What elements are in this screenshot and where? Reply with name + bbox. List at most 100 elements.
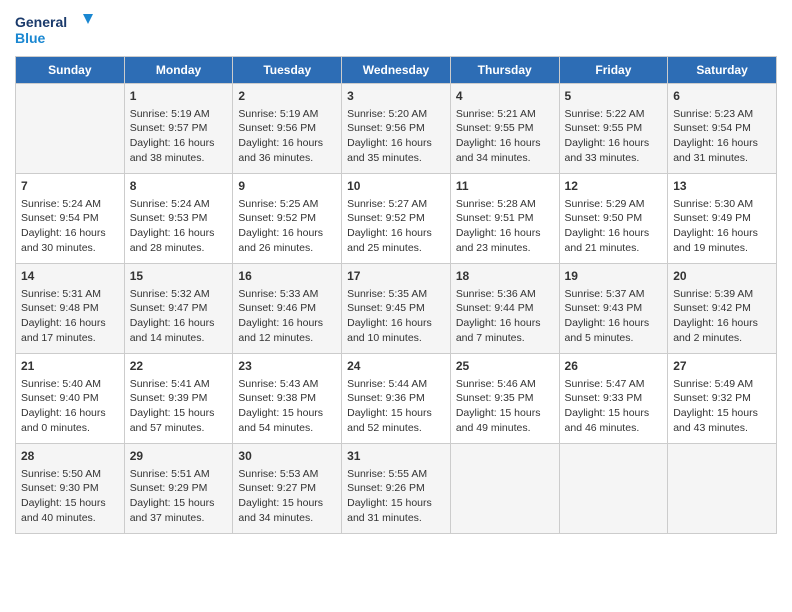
day-info: Sunrise: 5:19 AM Sunset: 9:56 PM Dayligh…: [238, 107, 336, 166]
day-number: 28: [21, 448, 119, 465]
day-info: Sunrise: 5:23 AM Sunset: 9:54 PM Dayligh…: [673, 107, 771, 166]
calendar-cell: 5 Sunrise: 5:22 AM Sunset: 9:55 PM Daylig…: [559, 84, 668, 174]
day-number: 20: [673, 268, 771, 285]
calendar-cell: 1 Sunrise: 5:19 AM Sunset: 9:57 PM Daylig…: [124, 84, 233, 174]
calendar-week-row: 28 Sunrise: 5:50 AM Sunset: 9:30 PM Dayli…: [16, 444, 777, 534]
calendar-cell: 20 Sunrise: 5:39 AM Sunset: 9:42 PM Dayli…: [668, 264, 777, 354]
calendar-cell: 30Sunrise: 5:53 AM Sunset: 9:27 PM Dayli…: [233, 444, 342, 534]
calendar-cell: 10 Sunrise: 5:27 AM Sunset: 9:52 PM Dayli…: [342, 174, 451, 264]
day-number: 4: [456, 88, 554, 105]
day-info: Sunrise: 5:49 AM Sunset: 9:32 PM Dayligh…: [673, 377, 771, 436]
day-number: 7: [21, 178, 119, 195]
calendar-cell: 13 Sunrise: 5:30 AM Sunset: 9:49 PM Dayli…: [668, 174, 777, 264]
day-number: 15: [130, 268, 228, 285]
calendar-cell: 14Sunrise: 5:31 AM Sunset: 9:48 PM Dayli…: [16, 264, 125, 354]
day-number: 8: [130, 178, 228, 195]
calendar-week-row: 21Sunrise: 5:40 AM Sunset: 9:40 PM Dayli…: [16, 354, 777, 444]
header-monday: Monday: [124, 57, 233, 84]
day-number: 19: [565, 268, 663, 285]
calendar-cell: 22 Sunrise: 5:41 AM Sunset: 9:39 PM Dayli…: [124, 354, 233, 444]
calendar-cell: 16 Sunrise: 5:33 AM Sunset: 9:46 PM Dayli…: [233, 264, 342, 354]
header-wednesday: Wednesday: [342, 57, 451, 84]
calendar-cell: 21Sunrise: 5:40 AM Sunset: 9:40 PM Dayli…: [16, 354, 125, 444]
calendar-header-row: SundayMondayTuesdayWednesdayThursdayFrid…: [16, 57, 777, 84]
day-number: 25: [456, 358, 554, 375]
calendar-cell: 17 Sunrise: 5:35 AM Sunset: 9:45 PM Dayli…: [342, 264, 451, 354]
day-number: 5: [565, 88, 663, 105]
calendar-cell: 31Sunrise: 5:55 AM Sunset: 9:26 PM Dayli…: [342, 444, 451, 534]
calendar-cell: 28 Sunrise: 5:50 AM Sunset: 9:30 PM Dayli…: [16, 444, 125, 534]
header-thursday: Thursday: [450, 57, 559, 84]
day-number: 22: [130, 358, 228, 375]
calendar-cell: 6 Sunrise: 5:23 AM Sunset: 9:54 PM Daylig…: [668, 84, 777, 174]
day-number: 29: [130, 448, 228, 465]
calendar-cell: [450, 444, 559, 534]
calendar-cell: 11Sunrise: 5:28 AM Sunset: 9:51 PM Dayli…: [450, 174, 559, 264]
day-number: 16: [238, 268, 336, 285]
day-info: Sunrise: 5:35 AM Sunset: 9:45 PM Dayligh…: [347, 287, 445, 346]
calendar-cell: 3Sunrise: 5:20 AM Sunset: 9:56 PM Daylig…: [342, 84, 451, 174]
day-info: Sunrise: 5:30 AM Sunset: 9:49 PM Dayligh…: [673, 197, 771, 256]
calendar-week-row: 14Sunrise: 5:31 AM Sunset: 9:48 PM Dayli…: [16, 264, 777, 354]
calendar-cell: [559, 444, 668, 534]
day-number: 23: [238, 358, 336, 375]
calendar-cell: 12 Sunrise: 5:29 AM Sunset: 9:50 PM Dayli…: [559, 174, 668, 264]
day-info: Sunrise: 5:44 AM Sunset: 9:36 PM Dayligh…: [347, 377, 445, 436]
day-info: Sunrise: 5:25 AM Sunset: 9:52 PM Dayligh…: [238, 197, 336, 256]
calendar-table: SundayMondayTuesdayWednesdayThursdayFrid…: [15, 56, 777, 534]
calendar-cell: 26 Sunrise: 5:47 AM Sunset: 9:33 PM Dayli…: [559, 354, 668, 444]
day-number: 10: [347, 178, 445, 195]
day-number: 1: [130, 88, 228, 105]
day-info: Sunrise: 5:24 AM Sunset: 9:54 PM Dayligh…: [21, 197, 119, 256]
calendar-week-row: 7 Sunrise: 5:24 AM Sunset: 9:54 PM Daylig…: [16, 174, 777, 264]
day-info: Sunrise: 5:27 AM Sunset: 9:52 PM Dayligh…: [347, 197, 445, 256]
header-tuesday: Tuesday: [233, 57, 342, 84]
day-number: 9: [238, 178, 336, 195]
day-number: 12: [565, 178, 663, 195]
day-number: 18: [456, 268, 554, 285]
calendar-cell: 9 Sunrise: 5:25 AM Sunset: 9:52 PM Daylig…: [233, 174, 342, 264]
day-number: 17: [347, 268, 445, 285]
day-info: Sunrise: 5:22 AM Sunset: 9:55 PM Dayligh…: [565, 107, 663, 166]
day-info: Sunrise: 5:43 AM Sunset: 9:38 PM Dayligh…: [238, 377, 336, 436]
calendar-cell: 24 Sunrise: 5:44 AM Sunset: 9:36 PM Dayli…: [342, 354, 451, 444]
calendar-cell: 15Sunrise: 5:32 AM Sunset: 9:47 PM Dayli…: [124, 264, 233, 354]
day-info: Sunrise: 5:36 AM Sunset: 9:44 PM Dayligh…: [456, 287, 554, 346]
day-info: Sunrise: 5:46 AM Sunset: 9:35 PM Dayligh…: [456, 377, 554, 436]
svg-text:Blue: Blue: [15, 30, 46, 46]
calendar-cell: 18 Sunrise: 5:36 AM Sunset: 9:44 PM Dayli…: [450, 264, 559, 354]
day-info: Sunrise: 5:24 AM Sunset: 9:53 PM Dayligh…: [130, 197, 228, 256]
header-saturday: Saturday: [668, 57, 777, 84]
day-number: 14: [21, 268, 119, 285]
day-info: Sunrise: 5:47 AM Sunset: 9:33 PM Dayligh…: [565, 377, 663, 436]
day-info: Sunrise: 5:21 AM Sunset: 9:55 PM Dayligh…: [456, 107, 554, 166]
day-number: 6: [673, 88, 771, 105]
day-info: Sunrise: 5:39 AM Sunset: 9:42 PM Dayligh…: [673, 287, 771, 346]
calendar-cell: 29Sunrise: 5:51 AM Sunset: 9:29 PM Dayli…: [124, 444, 233, 534]
svg-text:General: General: [15, 14, 67, 30]
calendar-cell: 4 Sunrise: 5:21 AM Sunset: 9:55 PM Daylig…: [450, 84, 559, 174]
day-info: Sunrise: 5:50 AM Sunset: 9:30 PM Dayligh…: [21, 467, 119, 526]
calendar-cell: 7 Sunrise: 5:24 AM Sunset: 9:54 PM Daylig…: [16, 174, 125, 264]
day-info: Sunrise: 5:19 AM Sunset: 9:57 PM Dayligh…: [130, 107, 228, 166]
calendar-cell: [668, 444, 777, 534]
calendar-cell: 25 Sunrise: 5:46 AM Sunset: 9:35 PM Dayli…: [450, 354, 559, 444]
calendar-cell: 2 Sunrise: 5:19 AM Sunset: 9:56 PM Daylig…: [233, 84, 342, 174]
day-number: 2: [238, 88, 336, 105]
calendar-cell: [16, 84, 125, 174]
calendar-cell: 8 Sunrise: 5:24 AM Sunset: 9:53 PM Daylig…: [124, 174, 233, 264]
calendar-cell: 19 Sunrise: 5:37 AM Sunset: 9:43 PM Dayli…: [559, 264, 668, 354]
day-info: Sunrise: 5:28 AM Sunset: 9:51 PM Dayligh…: [456, 197, 554, 256]
day-number: 24: [347, 358, 445, 375]
day-info: Sunrise: 5:29 AM Sunset: 9:50 PM Dayligh…: [565, 197, 663, 256]
day-info: Sunrise: 5:55 AM Sunset: 9:26 PM Dayligh…: [347, 467, 445, 526]
calendar-cell: 23 Sunrise: 5:43 AM Sunset: 9:38 PM Dayli…: [233, 354, 342, 444]
day-info: Sunrise: 5:40 AM Sunset: 9:40 PM Dayligh…: [21, 377, 119, 436]
day-info: Sunrise: 5:37 AM Sunset: 9:43 PM Dayligh…: [565, 287, 663, 346]
day-number: 26: [565, 358, 663, 375]
day-info: Sunrise: 5:53 AM Sunset: 9:27 PM Dayligh…: [238, 467, 336, 526]
day-info: Sunrise: 5:33 AM Sunset: 9:46 PM Dayligh…: [238, 287, 336, 346]
day-number: 13: [673, 178, 771, 195]
calendar-cell: 27Sunrise: 5:49 AM Sunset: 9:32 PM Dayli…: [668, 354, 777, 444]
day-info: Sunrise: 5:41 AM Sunset: 9:39 PM Dayligh…: [130, 377, 228, 436]
